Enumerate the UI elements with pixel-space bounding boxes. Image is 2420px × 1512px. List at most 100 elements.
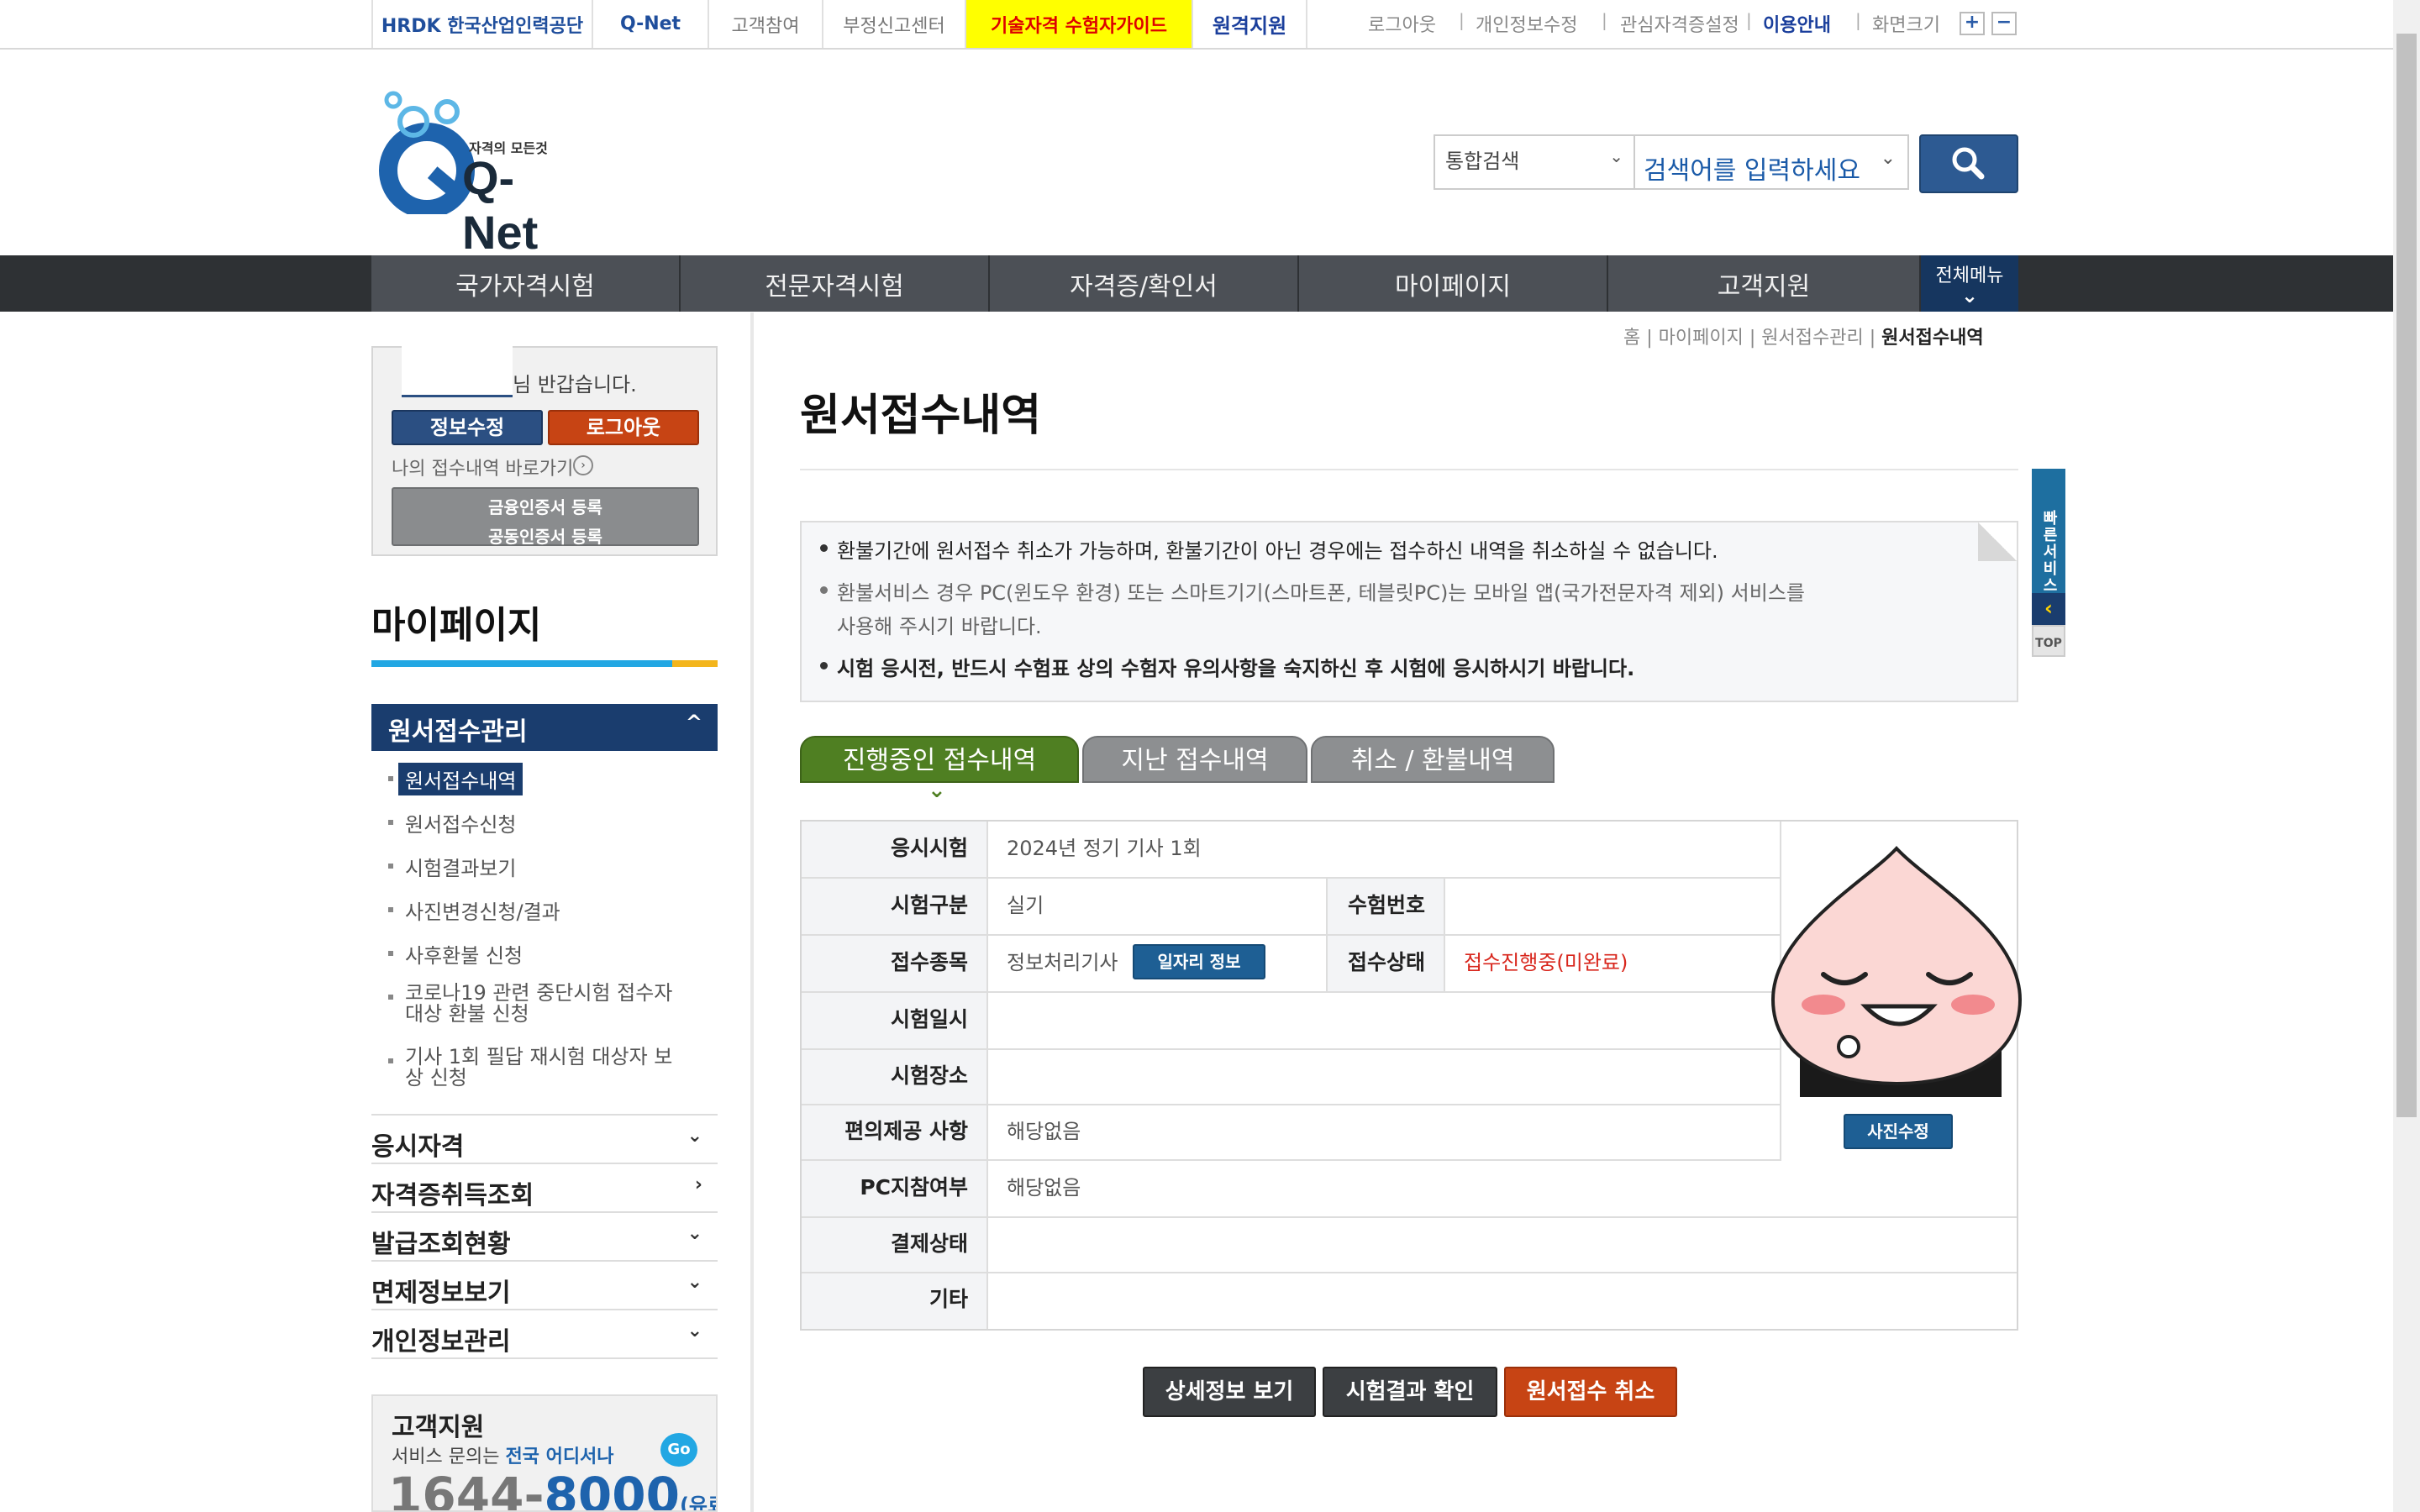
bullet	[388, 995, 393, 1000]
lnb-group-issue-status[interactable]: 발급조회현황 ⌄	[371, 1215, 718, 1262]
bullet	[820, 544, 828, 552]
qnet-small-logo-link[interactable]: Q-Net	[592, 0, 708, 48]
separator: |	[1869, 328, 1882, 349]
lnb-sub-receipt-history[interactable]: 원서접수내역	[398, 763, 523, 795]
cancel-receipt-button[interactable]: 원서접수 취소	[1504, 1367, 1677, 1417]
interest-cert-link[interactable]: 관심자격증설정	[1620, 10, 1739, 37]
quick-service-label: 빠른서비스	[2040, 510, 2058, 594]
top-button[interactable]: TOP	[2032, 625, 2065, 657]
support-box: 고객지원 서비스 문의는 전국 어디서나 Go 1644-8000(유료)	[371, 1394, 718, 1512]
link-label: 고객참여	[731, 15, 800, 37]
cert-register-button[interactable]: 금융인증서 등록 공동인증서 등록	[392, 487, 699, 547]
lnb-active-group[interactable]: 원서접수관리 ^	[371, 704, 718, 751]
tab-cancel-refund[interactable]: 취소 / 환불내역	[1311, 736, 1555, 783]
phone-part: 8000	[544, 1467, 680, 1512]
gnb-professional-exam[interactable]: 전문자격시험	[681, 255, 990, 312]
page-scrollbar[interactable]	[2393, 0, 2420, 1512]
edit-info-link[interactable]: 개인정보수정	[1476, 10, 1577, 37]
search-scope-select[interactable]: 통합검색 ⌄	[1434, 134, 1635, 190]
th-date: 시험일시	[802, 993, 986, 1050]
lnb-group-eligibility[interactable]: 응시자격 ⌄	[371, 1117, 718, 1164]
lnb-group-label: 원서접수관리	[388, 717, 528, 747]
hrdk-logo: HRDK 한국산업인력공단	[381, 15, 584, 37]
lnb-sub-refund[interactable]: 사후환불 신청	[405, 939, 523, 969]
lnb-sub-apply[interactable]: 원서접수신청	[405, 808, 516, 837]
user-name-tab	[402, 336, 513, 395]
tab-label: 진행중인 접수내역	[842, 746, 1037, 775]
tab-label: 지난 접수내역	[1121, 746, 1269, 775]
search-button[interactable]	[1919, 134, 2018, 193]
td-exam-number	[1444, 879, 1780, 936]
bullet	[388, 1058, 393, 1063]
chevron-down-icon: ⌄	[687, 1223, 702, 1244]
breadcrumb-receipt-manage[interactable]: 원서접수관리	[1761, 328, 1863, 349]
notice-refund-period: 환불기간에 원서접수 취소가 가능하며, 환불기간이 아닌 경우에는 접수하신 …	[837, 539, 1718, 563]
lnb-sub-line: 코로나19 관련 중단시험 접수자	[405, 981, 673, 1005]
lnb-group-exemption[interactable]: 면제정보보기 ⌄	[371, 1263, 718, 1310]
peach-character-icon	[1770, 846, 2023, 1097]
quick-arrow-button[interactable]: ‹	[2032, 593, 2065, 625]
exam-guide-link[interactable]: 기술자격 수험자가이드	[965, 0, 1192, 48]
lnb-group-cert-lookup[interactable]: 자격증취득조회 ›	[371, 1166, 718, 1213]
tab-past[interactable]: 지난 접수내역	[1082, 736, 1307, 783]
support-desc-emph: 전국 어디서나	[505, 1446, 614, 1467]
support-go-button[interactable]: Go	[660, 1433, 697, 1467]
report-center-link[interactable]: 부정신고센터	[822, 0, 965, 48]
gnb-customer-support[interactable]: 고객지원	[1608, 255, 1921, 312]
customer-participation-link[interactable]: 고객참여	[708, 0, 822, 48]
tab-in-progress[interactable]: 진행중인 접수내역	[800, 736, 1079, 783]
link-label: 부정신고센터	[843, 15, 945, 37]
lnb-sub-line: 상 신청	[405, 1066, 467, 1089]
my-receipt-link[interactable]: 나의 접수내역 바로가기	[392, 454, 573, 480]
chevron-down-icon: ⌄	[687, 1126, 702, 1147]
lnb-sub-retest[interactable]: 기사 1회 필답 재시험 대상자 보 상 신청	[405, 1047, 672, 1089]
th-item: 접수종목	[802, 936, 986, 993]
separator: |	[1646, 328, 1659, 349]
lnb-sub-covid-refund[interactable]: 코로나19 관련 중단시험 접수자 대상 환불 신청	[405, 983, 672, 1025]
detail-view-button[interactable]: 상세정보 보기	[1143, 1367, 1316, 1417]
lnb-group-personal-info[interactable]: 개인정보관리 ⌄	[371, 1312, 718, 1359]
breadcrumb-mypage[interactable]: 마이페이지	[1659, 328, 1744, 349]
gnb-national-exam[interactable]: 국가자격시험	[371, 255, 681, 312]
chevron-left-icon: ‹	[2044, 596, 2053, 620]
support-phone: 1644-8000(유료)	[388, 1467, 716, 1512]
exam-result-button[interactable]: 시험결과 확인	[1323, 1367, 1497, 1417]
lnb-group-label: 개인정보관리	[371, 1327, 511, 1357]
gnb-label: 마이페이지	[1395, 271, 1511, 302]
lnb-sub-results[interactable]: 시험결과보기	[405, 852, 516, 881]
td-place	[988, 1050, 1780, 1105]
hrdk-logo-link[interactable]: HRDK 한국산업인력공단	[371, 0, 592, 48]
lnb-group-label: 발급조회현황	[371, 1230, 511, 1259]
search-scope-value: 통합검색	[1445, 150, 1520, 173]
link-label: 기술자격 수험자가이드	[990, 15, 1168, 37]
breadcrumb-home[interactable]: 홈	[1623, 328, 1640, 349]
gnb-mypage[interactable]: 마이페이지	[1299, 255, 1608, 312]
remote-support-link[interactable]: 원격지원	[1192, 0, 1307, 48]
search-input[interactable]: 검색어를 입력하세요 ⌄	[1635, 134, 1909, 190]
gnb-certificate[interactable]: 자격증/확인서	[990, 255, 1299, 312]
photo-edit-button[interactable]: 사진수정	[1844, 1114, 1953, 1149]
item-value: 정보처리기사	[1007, 951, 1118, 974]
th-exam: 응시시험	[802, 822, 986, 879]
logout-button[interactable]: 로그아웃	[548, 410, 699, 445]
logout-link[interactable]: 로그아웃	[1368, 10, 1436, 37]
edit-info-button[interactable]: 정보수정	[392, 410, 543, 445]
all-menu-button[interactable]: 전체메뉴 ⌄	[1921, 255, 2018, 312]
usage-guide-link[interactable]: 이용안내	[1763, 10, 1831, 37]
page-curl-icon	[1978, 522, 2017, 561]
scrollbar-thumb[interactable]	[2396, 34, 2417, 1117]
title-divider	[800, 469, 2018, 470]
zoom-in-button[interactable]: +	[1960, 12, 1985, 35]
qnet-logo[interactable]: 자격의 모든것 Q-Net	[370, 88, 563, 259]
job-info-button[interactable]: 일자리 정보	[1133, 944, 1265, 979]
td-date	[988, 993, 1780, 1050]
arrow-right-circle-icon: ›	[573, 455, 593, 475]
lnb-group-label: 응시자격	[371, 1132, 465, 1162]
th-pc: PC지참여부	[802, 1161, 986, 1218]
lnb-sub-photo-change[interactable]: 사진변경신청/결과	[405, 895, 560, 925]
separator: |	[1746, 10, 1752, 30]
zoom-out-button[interactable]: −	[1991, 12, 2017, 35]
lnb-title: 마이페이지	[371, 604, 542, 647]
td-convenience: 해당없음	[988, 1105, 1780, 1161]
td-etc	[988, 1273, 2017, 1329]
